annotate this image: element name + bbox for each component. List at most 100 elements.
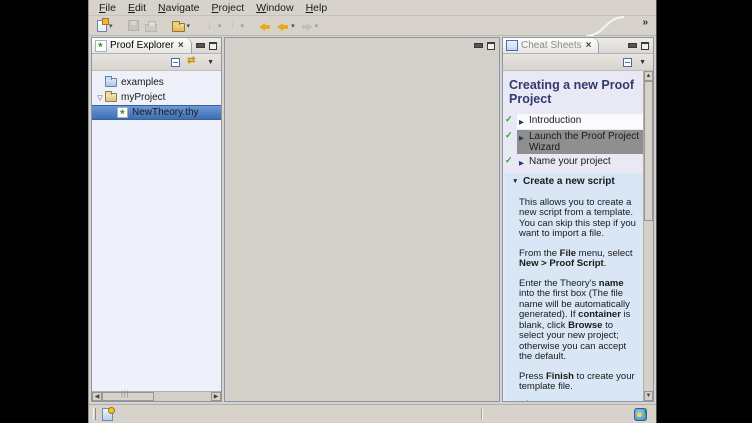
open-wizard-button-dropdown[interactable]: ▾ <box>187 22 191 30</box>
tree-item-examples[interactable]: examples <box>92 75 221 90</box>
step-instructions: This allows you to create a new script f… <box>505 198 643 393</box>
tab-cheat-sheets[interactable]: Cheat Sheets × <box>503 38 599 53</box>
new-button[interactable]: ▾ <box>95 17 115 35</box>
current-step: ▼Create a new script <box>505 173 643 189</box>
back-history-button-dropdown[interactable]: ▾ <box>291 22 295 30</box>
vertical-scrollbar[interactable]: ▲ ▼ <box>643 71 653 401</box>
cheat-step-label: Introduction <box>529 115 581 126</box>
collapsed-arrow-icon: ▶ <box>519 115 526 128</box>
cheat-paragraph: Press Finish to create your template fil… <box>519 372 640 393</box>
view-menu-icon[interactable]: ▼ <box>639 59 646 66</box>
back-history-button[interactable]: ▾ <box>275 17 297 35</box>
collapse-all-icon[interactable] <box>171 58 180 67</box>
menu-item-navigate[interactable]: Navigate <box>153 1 206 15</box>
save-icon <box>128 20 139 31</box>
cheat-step-launch-the-proof-project-wizard[interactable]: ✓▶Launch the Proof Project Wizard <box>505 130 643 154</box>
proof-explorer-icon <box>95 40 107 52</box>
back-button[interactable] <box>257 17 273 35</box>
save-button <box>126 17 141 35</box>
folder-icon <box>172 23 185 32</box>
view-menu-icon[interactable]: ▼ <box>207 59 214 66</box>
maximize-icon[interactable] <box>209 42 217 50</box>
check-icon: ✓ <box>505 130 517 141</box>
scroll-left-icon[interactable]: ◀ <box>92 392 102 401</box>
expander-icon[interactable]: ▽ <box>95 94 105 102</box>
toolbar-overflow-chevron[interactable]: » <box>642 17 648 28</box>
scrollbar-track[interactable] <box>644 81 653 391</box>
scroll-right-icon[interactable]: ▶ <box>211 392 221 401</box>
cheat-paragraph: This allows you to create a new script f… <box>519 198 640 240</box>
cheat-step-create-a-new-script[interactable]: ▼Create a new script <box>505 173 643 189</box>
cheat-step-label: Create a new script <box>523 176 615 187</box>
print-button <box>143 17 159 35</box>
scrollbar-thumb[interactable] <box>102 392 154 401</box>
tab-label: Cheat Sheets <box>521 40 582 51</box>
cheat-sheets-tabstrip: Cheat Sheets × <box>503 38 653 54</box>
menu-item-project[interactable]: Project <box>207 1 252 15</box>
scrollbar-thumb[interactable] <box>644 81 653 221</box>
project-tree: examples ▽ myProject NewTheory.thy <box>92 71 221 391</box>
close-icon[interactable]: × <box>178 42 184 50</box>
minimize-icon[interactable] <box>628 42 636 50</box>
next-annotation-button-dropdown: ▾ <box>241 22 245 30</box>
workbench-area: Proof Explorer × ▼ examples ▽ myProject New… <box>89 36 656 404</box>
perspective-bar-curve <box>584 16 624 36</box>
screen: FileEditNavigateProjectWindowHelp ▾▾▾▾▾▾… <box>0 0 752 423</box>
statusbar-grip[interactable] <box>93 408 96 420</box>
menu-bar: FileEditNavigateProjectWindowHelp <box>89 0 656 16</box>
new-button-dropdown[interactable]: ▾ <box>109 22 113 30</box>
menu-item-edit[interactable]: Edit <box>123 1 153 15</box>
tree-item-newtheory-thy[interactable]: NewTheory.thy <box>92 105 221 120</box>
cheat-sheets-view: Cheat Sheets × ▼ Creating a new Proof Pr… <box>502 37 654 402</box>
tree-item-label: NewTheory.thy <box>132 107 199 118</box>
proof-explorer-tabstrip: Proof Explorer × <box>92 38 221 54</box>
cheat-sheet-title: Creating a new Proof Project <box>503 71 643 114</box>
scroll-down-icon[interactable]: ▼ <box>644 391 653 401</box>
check-icon: ✓ <box>505 155 517 166</box>
collapse-all-icon[interactable] <box>623 58 632 67</box>
status-bar <box>89 404 656 423</box>
cheat-paragraph: From the File menu, select New > Proof S… <box>519 249 640 270</box>
back-arrow-icon <box>259 19 271 33</box>
proof-explorer-toolbar: ▼ <box>92 54 221 71</box>
menu-item-file[interactable]: File <box>94 1 123 15</box>
cheat-sheet-steps: ✓▶Introduction✓▶Launch the Proof Project… <box>503 114 643 171</box>
maximize-icon[interactable] <box>487 42 495 50</box>
tree-item-myproject[interactable]: ▽ myProject <box>92 90 221 105</box>
background-jobs-icon[interactable] <box>634 408 647 421</box>
menu-item-help[interactable]: Help <box>301 1 335 15</box>
down-arrow-icon <box>205 19 216 33</box>
toolbar-buttons: ▾ ▾ ▾ ▾ ▾ ▾ <box>95 16 322 35</box>
cheat-step-introduction[interactable]: ✓▶Introduction <box>505 114 643 129</box>
down-arrow-icon <box>228 19 239 33</box>
cheat-sheets-toolbar: ▼ <box>503 54 653 71</box>
open-wizard-button[interactable]: ▾ <box>170 17 193 35</box>
current-step-section: ▼Create a new script This allows you to … <box>505 173 643 402</box>
editor-area[interactable] <box>224 37 500 402</box>
cheat-step-label: Launch the Proof Project Wizard <box>529 131 641 153</box>
collapsed-arrow-icon: ▶ <box>519 131 526 144</box>
theory-file-icon <box>117 107 128 118</box>
tab-label: Proof Explorer <box>110 40 174 51</box>
last-edit-location-button: ▾ <box>203 17 224 35</box>
horizontal-scrollbar[interactable]: ◀ ▶ <box>92 391 221 401</box>
scrollbar-track[interactable] <box>102 392 211 401</box>
minimize-icon[interactable] <box>196 42 204 50</box>
maximize-icon[interactable] <box>641 42 649 50</box>
link-with-editor-icon[interactable] <box>187 56 200 68</box>
cheat-sheets-icon <box>506 40 518 51</box>
cheat-step-label: Name your project <box>529 156 611 167</box>
scroll-up-icon[interactable]: ▲ <box>644 71 653 81</box>
cheat-step-body: ▶Launch the Proof Project Wizard <box>517 130 643 154</box>
statusbar-divider <box>481 408 482 420</box>
tree-item-label: myProject <box>121 92 165 103</box>
tab-proof-explorer[interactable]: Proof Explorer × <box>92 38 192 53</box>
forward-button: ▾ <box>299 17 321 35</box>
folder-open-icon <box>105 93 117 102</box>
close-icon[interactable]: × <box>586 42 592 50</box>
cheat-step-body: ▶Introduction <box>517 114 643 129</box>
minimize-icon[interactable] <box>474 42 482 50</box>
menu-item-window[interactable]: Window <box>251 1 300 15</box>
new-doc-icon <box>97 20 107 32</box>
cheat-step-name-your-project[interactable]: ✓▶Name your project <box>505 155 643 170</box>
